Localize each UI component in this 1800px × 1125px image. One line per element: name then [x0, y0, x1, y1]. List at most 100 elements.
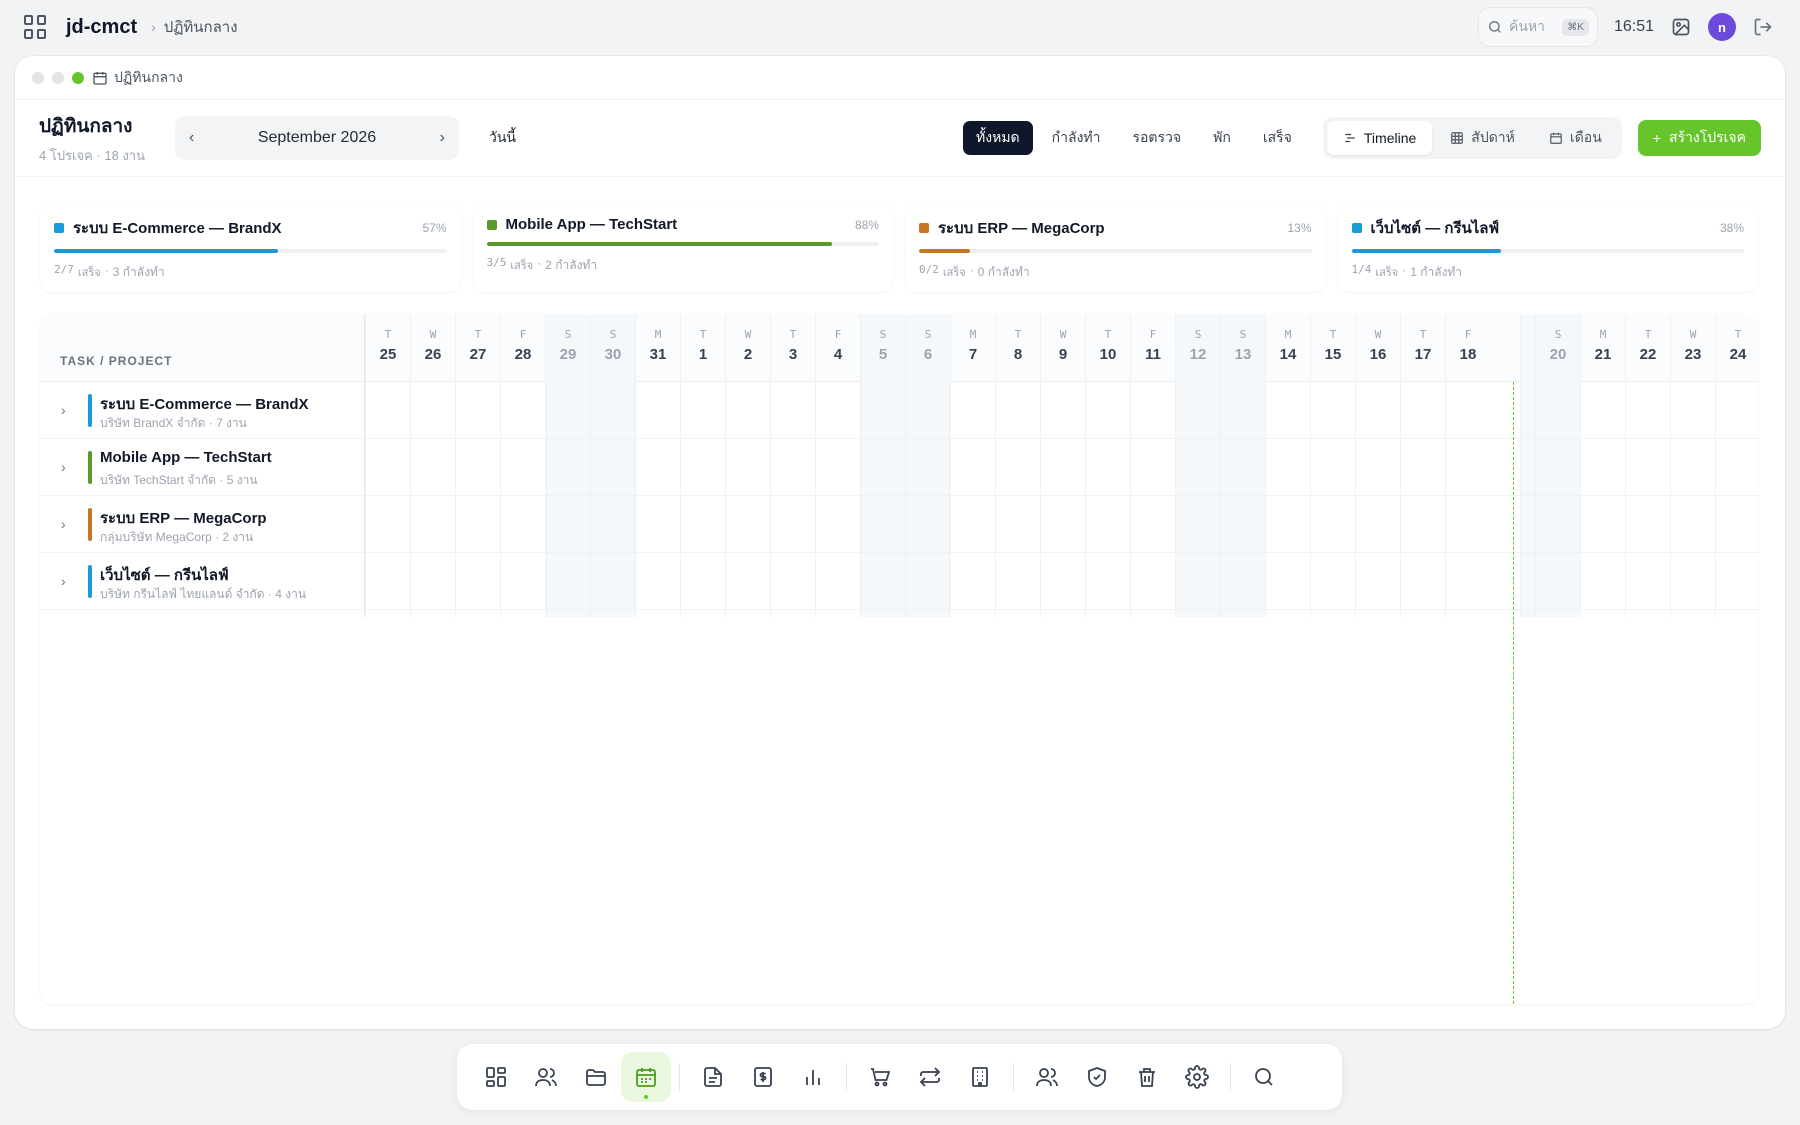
task-project-column-label: TASK / PROJECT: [60, 354, 173, 368]
previous-month-button[interactable]: ‹: [189, 129, 194, 147]
filter-all[interactable]: ทั้งหมด: [963, 121, 1033, 155]
building-icon[interactable]: [955, 1052, 1005, 1102]
trash-icon[interactable]: [1122, 1052, 1172, 1102]
today-marker-line: [1512, 382, 1514, 1004]
project-row[interactable]: › Mobile App — TechStart บริษัท TechStar…: [40, 439, 1758, 496]
expand-chevron-icon[interactable]: ›: [61, 573, 66, 589]
today-button[interactable]: วันนี้: [489, 127, 516, 149]
day-of-week: T: [384, 328, 392, 341]
project-percent: 57%: [422, 221, 447, 235]
breadcrumb[interactable]: ปฏิทินกลาง: [164, 15, 238, 39]
day-number: 23: [1684, 346, 1702, 363]
filter-done[interactable]: เสร็จ: [1250, 121, 1305, 155]
invoice-icon[interactable]: [738, 1052, 788, 1102]
cart-icon[interactable]: [855, 1052, 905, 1102]
day-number: 22: [1639, 346, 1657, 363]
day-of-week: F: [834, 328, 842, 341]
search-icon[interactable]: [1239, 1052, 1289, 1102]
day-number: 3: [788, 346, 798, 363]
clock: 16:51: [1613, 18, 1654, 35]
expand-chevron-icon[interactable]: ›: [61, 516, 66, 532]
done-count: 1/4: [1351, 263, 1372, 276]
progress-bar: [486, 242, 879, 246]
project-row[interactable]: › เว็บไซต์ — กรีนไลฟ์ บริษัท กรีนไลฟ์ ไท…: [40, 553, 1758, 610]
logout-icon[interactable]: [1750, 14, 1776, 40]
settings-icon[interactable]: [1172, 1052, 1222, 1102]
project-color-bar: [88, 451, 92, 484]
chart-icon[interactable]: [788, 1052, 838, 1102]
apps-grid-icon[interactable]: [24, 15, 48, 39]
project-card[interactable]: ระบบ ERP — MegaCorp 13% 0/2 เสร็จ · 0 กำ…: [905, 202, 1326, 292]
day-number: 4: [833, 346, 843, 363]
view-week[interactable]: สัปดาห์: [1434, 121, 1531, 155]
filter-paused[interactable]: พัก: [1200, 121, 1244, 155]
day-number: 29: [559, 346, 577, 363]
calendar-window: ปฏิทินกลาง ปฏิทินกลาง 4 โปรเจค · 18 งาน …: [15, 56, 1785, 1029]
filter-in-progress[interactable]: กำลังทำ: [1039, 121, 1114, 155]
calendar-icon[interactable]: [621, 1052, 671, 1102]
next-month-button[interactable]: ›: [440, 129, 445, 147]
project-percent: 13%: [1287, 221, 1312, 235]
day-of-week: F: [519, 328, 527, 341]
dashboard-icon[interactable]: [471, 1052, 521, 1102]
day-number: 18: [1459, 346, 1477, 363]
day-of-week: T: [1419, 328, 1427, 341]
day-number: 7: [968, 346, 978, 363]
day-number: 13: [1234, 346, 1252, 363]
done-label: เสร็จ: [1375, 266, 1399, 279]
day-number: 15: [1324, 346, 1342, 363]
view-timeline[interactable]: Timeline: [1326, 121, 1433, 155]
progress-bar: [1351, 249, 1744, 253]
day-of-week: T: [474, 328, 482, 341]
day-number: 1: [698, 346, 708, 363]
expand-chevron-icon[interactable]: ›: [61, 459, 66, 475]
project-percent: 38%: [1719, 221, 1744, 235]
project-card[interactable]: ระบบ E-Commerce — BrandX 57% 2/7 เสร็จ ·…: [40, 202, 461, 292]
timeline-icon: [1345, 133, 1355, 143]
app-name[interactable]: jd-cmct: [66, 16, 137, 39]
day-of-week: W: [744, 328, 752, 341]
project-card[interactable]: Mobile App — TechStart 88% 3/5 เสร็จ · 2…: [472, 202, 893, 292]
day-number: 5: [878, 346, 888, 363]
project-color-bar: [88, 508, 92, 541]
search-shortcut: ⌘K: [1562, 18, 1589, 36]
done-label: เสร็จ: [510, 259, 534, 272]
avatar[interactable]: n: [1708, 13, 1736, 41]
search-placeholder: ค้นหา: [1508, 18, 1545, 34]
day-number: 11: [1145, 346, 1161, 363]
filter-in-review[interactable]: รอตรวจ: [1120, 121, 1195, 155]
team-icon[interactable]: [1022, 1052, 1072, 1102]
day-number: 20: [1549, 346, 1567, 363]
day-of-week: T: [1329, 328, 1337, 341]
day-number: 25: [379, 346, 397, 363]
day-number: 12: [1189, 346, 1207, 363]
users-icon[interactable]: [521, 1052, 571, 1102]
day-of-week: S: [1194, 328, 1202, 341]
window-maximize-button[interactable]: [72, 71, 84, 84]
project-row[interactable]: › ระบบ ERP — MegaCorp กลุ่มบริษัท MegaCo…: [40, 496, 1758, 553]
project-row[interactable]: › ระบบ E-Commerce — BrandX บริษัท BrandX…: [40, 382, 1758, 439]
window-close-button[interactable]: [32, 71, 44, 84]
image-icon[interactable]: [1668, 14, 1694, 40]
create-project-button[interactable]: + สร้างโปรเจค: [1637, 120, 1761, 156]
project-row-client: บริษัท กรีนไลฟ์ ไทยแลนด์ จำกัด · 4 งาน: [100, 587, 307, 601]
window-title: ปฏิทินกลาง: [114, 68, 183, 85]
done-count: 0/2: [919, 263, 939, 276]
project-card[interactable]: เว็บไซต์ — กรีนไลฟ์ 38% 1/4 เสร็จ · 1 กำ…: [1337, 202, 1758, 292]
dock-divider: [846, 1063, 847, 1091]
project-name: ระบบ E-Commerce — BrandX: [73, 220, 282, 237]
day-number: 9: [1058, 346, 1068, 363]
view-month[interactable]: เดือน: [1533, 121, 1618, 155]
done-count: 2/7: [54, 263, 74, 276]
window-minimize-button[interactable]: [52, 71, 64, 84]
document-icon[interactable]: [688, 1052, 738, 1102]
folder-icon[interactable]: [571, 1052, 621, 1102]
dock-divider: [679, 1063, 680, 1091]
shield-icon[interactable]: [1072, 1052, 1122, 1102]
day-number: 17: [1414, 346, 1432, 363]
day-of-week: S: [609, 328, 617, 341]
search-input[interactable]: ค้นหา ⌘K: [1477, 7, 1598, 47]
day-of-week: S: [924, 328, 932, 341]
transfer-icon[interactable]: [905, 1052, 955, 1102]
expand-chevron-icon[interactable]: ›: [61, 402, 66, 418]
